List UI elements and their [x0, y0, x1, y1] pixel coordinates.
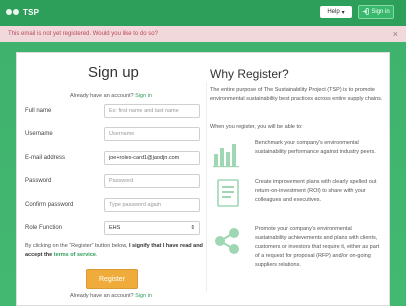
- email-input[interactable]: joe+roles-card1@jaodjn.com: [104, 151, 200, 165]
- sign-in-link[interactable]: Sign in: [135, 93, 152, 99]
- select-arrows-icon: ⇕: [190, 225, 195, 231]
- navbar: TSP Help ▾ Sign in: [0, 0, 406, 24]
- share-icon: [212, 226, 242, 256]
- benefit-benchmark-text: Benchmark your company's environmental s…: [255, 140, 376, 155]
- close-icon[interactable]: ×: [393, 29, 398, 39]
- terms-text: By clicking on the “Register” button bel…: [25, 243, 203, 258]
- benefit-promote-text: Promote your company's environmental sus…: [255, 226, 380, 268]
- why-intro-text: The entire purpose of The Sustainability…: [210, 87, 383, 102]
- role-function-label: Role Function: [25, 225, 63, 231]
- registration-alert: This email is not yet registered. Would …: [0, 26, 406, 42]
- benefit-improvement-text: Create improvement plans with clearly sp…: [255, 179, 377, 203]
- why-register-title: Why Register?: [210, 67, 289, 81]
- logo-icon: [6, 9, 19, 15]
- bottom-sign-in-link[interactable]: Sign in: [135, 293, 152, 299]
- when-register-text: When you register, you will be able to:: [210, 124, 303, 130]
- document-icon: [214, 178, 244, 208]
- sign-in-label: Sign in: [371, 9, 390, 15]
- help-dropdown[interactable]: Help ▾: [320, 6, 352, 18]
- username-label: Username: [25, 131, 53, 137]
- password-label: Password: [25, 178, 52, 184]
- full-name-input[interactable]: Ex: first name and last name: [104, 104, 200, 118]
- bar-chart-icon: [212, 138, 242, 168]
- confirm-password-label: Confirm password: [25, 202, 74, 208]
- sign-in-button[interactable]: Sign in: [358, 5, 394, 19]
- chevron-down-icon: ▾: [341, 9, 345, 16]
- help-label: Help: [327, 9, 340, 15]
- username-input[interactable]: Username: [104, 127, 200, 141]
- brand-name: TSP: [23, 7, 40, 17]
- brand-logo[interactable]: TSP: [6, 7, 46, 17]
- logo-dot: [13, 9, 19, 15]
- sign-in-icon: [362, 7, 369, 17]
- email-label: E-mail address: [25, 155, 66, 161]
- role-function-select[interactable]: EHS ⇕: [104, 221, 200, 235]
- alert-message: This email is not yet registered. Would …: [8, 31, 158, 37]
- register-button[interactable]: Register: [86, 269, 138, 289]
- logo-dot: [6, 9, 12, 15]
- column-divider: [206, 82, 207, 292]
- terms-of-service-link[interactable]: terms of service: [54, 252, 96, 258]
- full-name-label: Full name: [25, 108, 52, 114]
- password-input[interactable]: Password: [104, 174, 200, 188]
- confirm-password-input[interactable]: Type password again: [104, 198, 200, 212]
- already-account-text: Already have an account? Sign in: [70, 93, 152, 99]
- signup-title: Sign up: [88, 64, 139, 81]
- bottom-already-account-text: Already have an account? Sign in: [70, 293, 152, 299]
